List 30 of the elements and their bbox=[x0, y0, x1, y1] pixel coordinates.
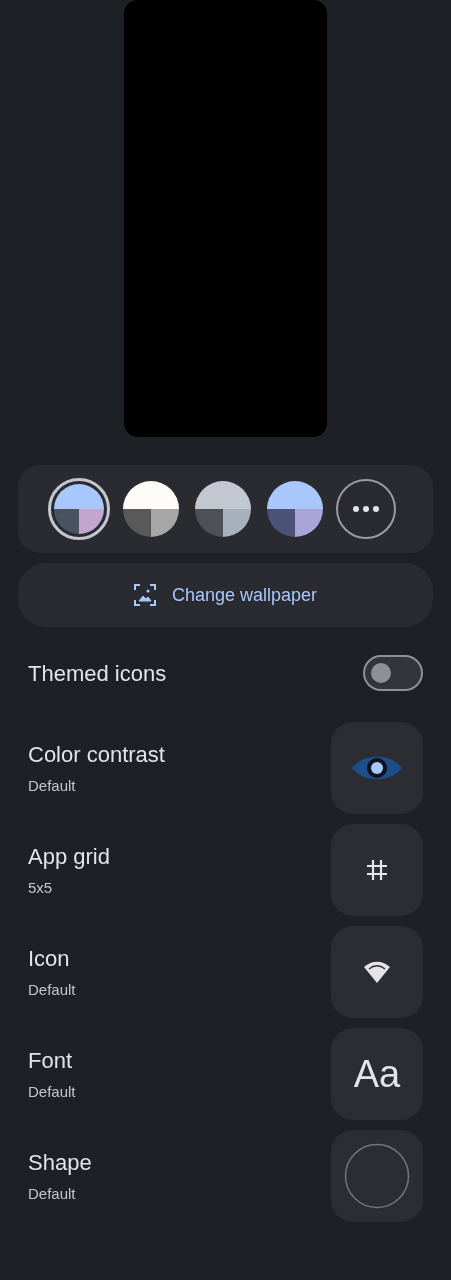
more-icon bbox=[353, 506, 379, 512]
color-swatch-icon bbox=[123, 479, 179, 539]
setting-tile[interactable]: Aa bbox=[331, 1028, 423, 1120]
wifi-icon bbox=[363, 960, 391, 984]
setting-title: Font bbox=[28, 1047, 74, 1076]
setting-value: 5x5 bbox=[28, 878, 54, 899]
setting-value: Default bbox=[28, 980, 76, 1001]
setting-title: Icon bbox=[28, 945, 71, 974]
more-colors-button[interactable] bbox=[336, 479, 396, 539]
setting-tile[interactable] bbox=[331, 1130, 423, 1222]
setting-title: Color contrast bbox=[28, 741, 165, 770]
setting-tile[interactable] bbox=[331, 824, 423, 916]
setting-tile[interactable] bbox=[331, 722, 423, 814]
setting-title: Shape bbox=[28, 1149, 92, 1178]
hash-icon bbox=[365, 858, 389, 882]
wallpaper-icon bbox=[133, 584, 156, 606]
setting-title: Themed icons bbox=[28, 659, 167, 688]
setting-value: Default bbox=[28, 776, 77, 797]
font-preview: Aa bbox=[353, 1051, 401, 1097]
color-swatch-icon bbox=[54, 484, 104, 534]
color-swatch-icon bbox=[195, 479, 251, 539]
setting-value: Default bbox=[28, 1184, 77, 1205]
setting-value: Default bbox=[28, 1082, 76, 1103]
setting-title: App grid bbox=[28, 843, 110, 872]
setting-tile[interactable] bbox=[331, 926, 423, 1018]
change-wallpaper-button[interactable]: Change wallpaper bbox=[18, 563, 433, 627]
themed-icons-toggle[interactable] bbox=[363, 655, 423, 691]
circle-shape-icon bbox=[344, 1143, 410, 1209]
color-swatch-icon bbox=[267, 479, 323, 539]
color-option[interactable] bbox=[48, 478, 110, 540]
